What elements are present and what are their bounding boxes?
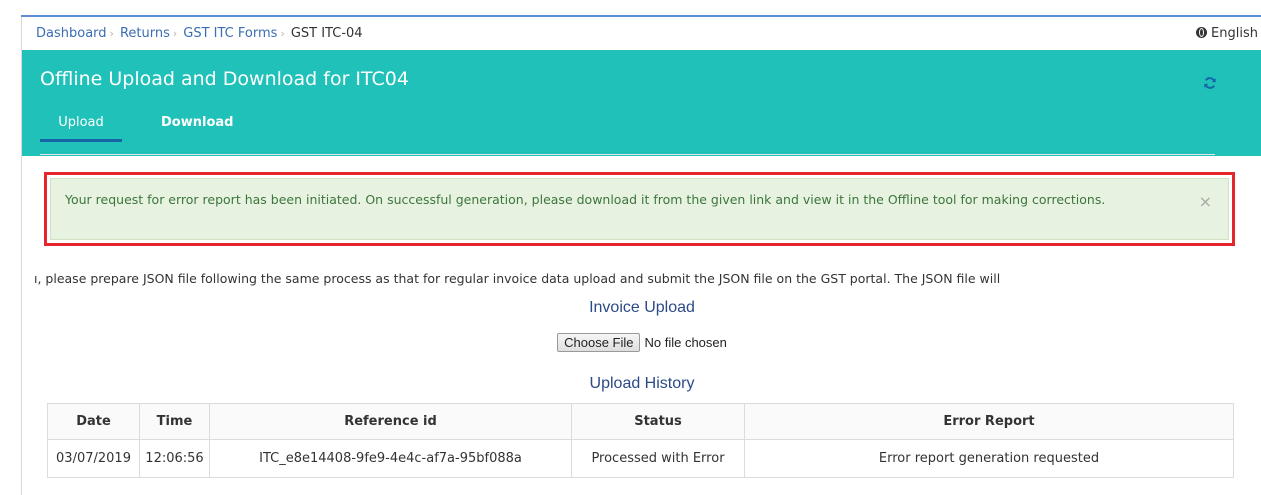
success-alert: Your request for error report has been i… (50, 178, 1229, 240)
globe-icon (1196, 27, 1208, 38)
cell-reference-id: ITC_e8e14408-9fe9-4e4c-af7a-95bf088a (209, 439, 572, 478)
panel-body: Your request for error report has been i… (22, 156, 1261, 495)
tab-upload[interactable]: Upload (40, 110, 122, 142)
highlight-outline: Your request for error report has been i… (44, 172, 1235, 246)
breadcrumb-dashboard[interactable]: Dashboard (36, 26, 107, 41)
file-status: No file chosen (644, 335, 727, 350)
column-header-error-report: Error Report (744, 403, 1234, 440)
column-header-reference-id: Reference id (209, 403, 572, 440)
breadcrumb-separator: › (172, 27, 178, 40)
cell-error-report: Error report generation requested (744, 439, 1234, 478)
language-selector[interactable]: English (1196, 26, 1258, 41)
breadcrumb-returns[interactable]: Returns (120, 26, 170, 41)
page-frame: Dashboard › Returns › GST ITC Forms › GST ITC-… (21, 17, 1261, 495)
breadcrumb-gst-itc-forms[interactable]: GST ITC Forms (183, 26, 277, 41)
column-header-date: Date (47, 403, 140, 440)
language-label: English (1211, 26, 1258, 41)
page-title: Offline Upload and Download for ITC04 (40, 68, 409, 90)
file-input: Choose File No file chosen (22, 333, 1261, 352)
cell-time: 12:06:56 (139, 439, 210, 478)
breadcrumb-separator: › (280, 27, 285, 40)
upload-history-title: Upload History (589, 375, 695, 392)
instruction-text: ı, please prepare JSON file following th… (34, 271, 1001, 286)
tab-divider (40, 154, 1215, 155)
breadcrumb-bar: Dashboard › Returns › GST ITC Forms › GST ITC-… (22, 17, 1261, 50)
upload-history-table: Date Time Reference id Status Error Repo… (47, 403, 1234, 478)
invoice-upload-title: Invoice Upload (589, 299, 695, 316)
refresh-icon[interactable] (1203, 76, 1217, 90)
table-row: 03/07/2019 12:06:56 ITC_e8e14408-9fe9-4e… (47, 439, 1234, 478)
column-header-status: Status (571, 403, 745, 440)
cell-status: Processed with Error (571, 439, 745, 478)
column-header-time: Time (139, 403, 210, 440)
close-icon[interactable]: × (1199, 192, 1212, 211)
breadcrumb: Dashboard › Returns › GST ITC Forms › GST ITC-… (36, 26, 363, 41)
alert-message: Your request for error report has been i… (65, 192, 1106, 207)
table-header-row: Date Time Reference id Status Error Repo… (47, 403, 1234, 440)
breadcrumb-current: GST ITC-04 (290, 26, 363, 41)
tab-download[interactable]: Download (161, 110, 261, 142)
panel-header: Offline Upload and Download for ITC04 Up… (22, 50, 1261, 156)
breadcrumb-separator: › (109, 27, 114, 40)
cell-date: 03/07/2019 (47, 439, 140, 478)
choose-file-button[interactable]: Choose File (557, 333, 641, 352)
